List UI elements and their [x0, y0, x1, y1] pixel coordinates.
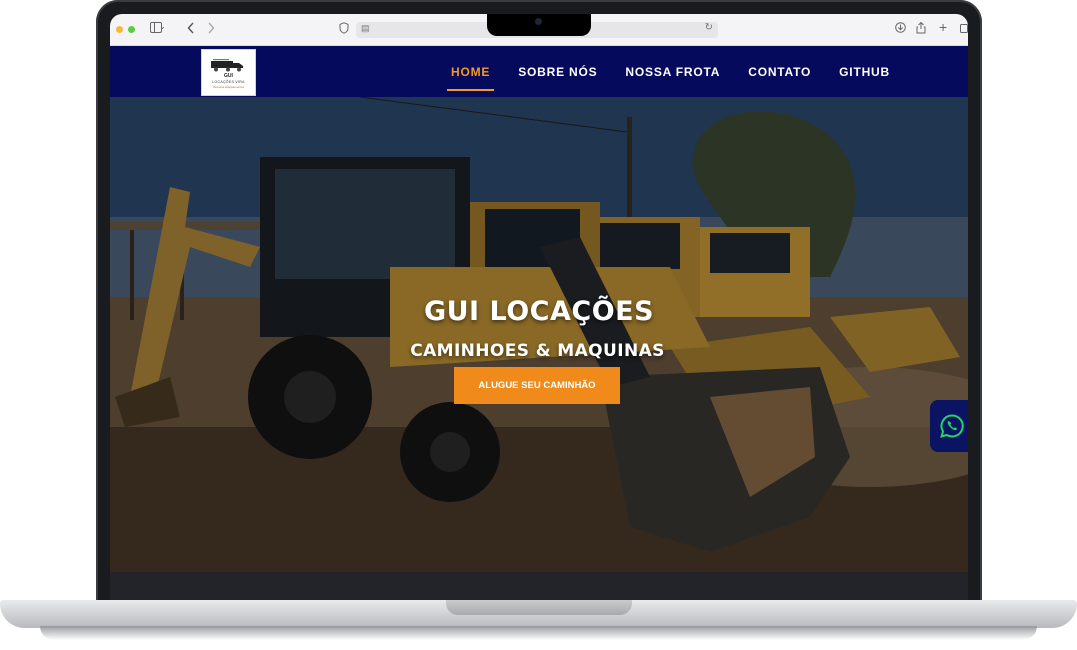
- nav-item-nossa-frota[interactable]: NOSSA FROTA: [625, 59, 720, 85]
- tabs-icon[interactable]: [960, 22, 968, 37]
- page-icon: ▤: [361, 23, 370, 33]
- sidebar-icon[interactable]: [150, 22, 165, 37]
- website: GUI LOCAÇÕES VIRA Veículos Equipamentos …: [110, 46, 968, 600]
- nav-item-github[interactable]: GITHUB: [839, 59, 890, 85]
- logo-line-3: Veículos Equipamentos: [212, 85, 245, 89]
- screen: ▤ ↻ + GUI LOCAÇÕES VIRA Veículos Equipam…: [110, 14, 968, 600]
- rent-truck-button[interactable]: ALUGUE SEU CAMINHÃO: [454, 367, 620, 404]
- reload-icon[interactable]: ↻: [705, 22, 713, 33]
- truck-logo-icon: [211, 59, 243, 72]
- shield-icon[interactable]: [339, 22, 349, 38]
- whatsapp-button[interactable]: [930, 400, 968, 452]
- hero-title: GUI LOCAÇÕES: [423, 296, 655, 327]
- nav-item-sobre-nos[interactable]: SOBRE NÓS: [518, 59, 597, 85]
- chevron-left-icon[interactable]: [187, 22, 195, 38]
- main-nav: HOME SOBRE NÓS NOSSA FROTA CONTATO GITHU…: [446, 46, 918, 97]
- nav-item-contato[interactable]: CONTATO: [748, 59, 811, 85]
- window-minimize-dot[interactable]: [116, 26, 123, 33]
- plus-icon[interactable]: +: [939, 20, 947, 34]
- chevron-right-icon[interactable]: [207, 22, 215, 38]
- logo-line-1: GUI: [224, 73, 233, 79]
- hero-overlay: [110, 97, 968, 572]
- download-icon[interactable]: [895, 22, 906, 37]
- hero-section: GUI LOCAÇÕES CAMINHOES & MAQUINAS ALUGUE…: [110, 97, 968, 572]
- camera-notch: [487, 14, 591, 36]
- site-header: GUI LOCAÇÕES VIRA Veículos Equipamentos …: [110, 46, 968, 97]
- window-zoom-dot[interactable]: [128, 26, 135, 33]
- logo-line-2: LOCAÇÕES VIRA: [212, 80, 245, 84]
- share-icon[interactable]: [916, 21, 926, 38]
- whatsapp-icon: [940, 414, 964, 438]
- laptop-hinge: [446, 600, 632, 615]
- page-bottom-strip: [110, 572, 968, 600]
- site-logo[interactable]: GUI LOCAÇÕES VIRA Veículos Equipamentos: [201, 49, 256, 96]
- nav-item-home[interactable]: HOME: [446, 59, 495, 91]
- hero-subtitle: CAMINHOES & MAQUINAS: [410, 341, 665, 361]
- laptop-shadow: [40, 626, 1037, 640]
- camera-icon: [535, 18, 542, 25]
